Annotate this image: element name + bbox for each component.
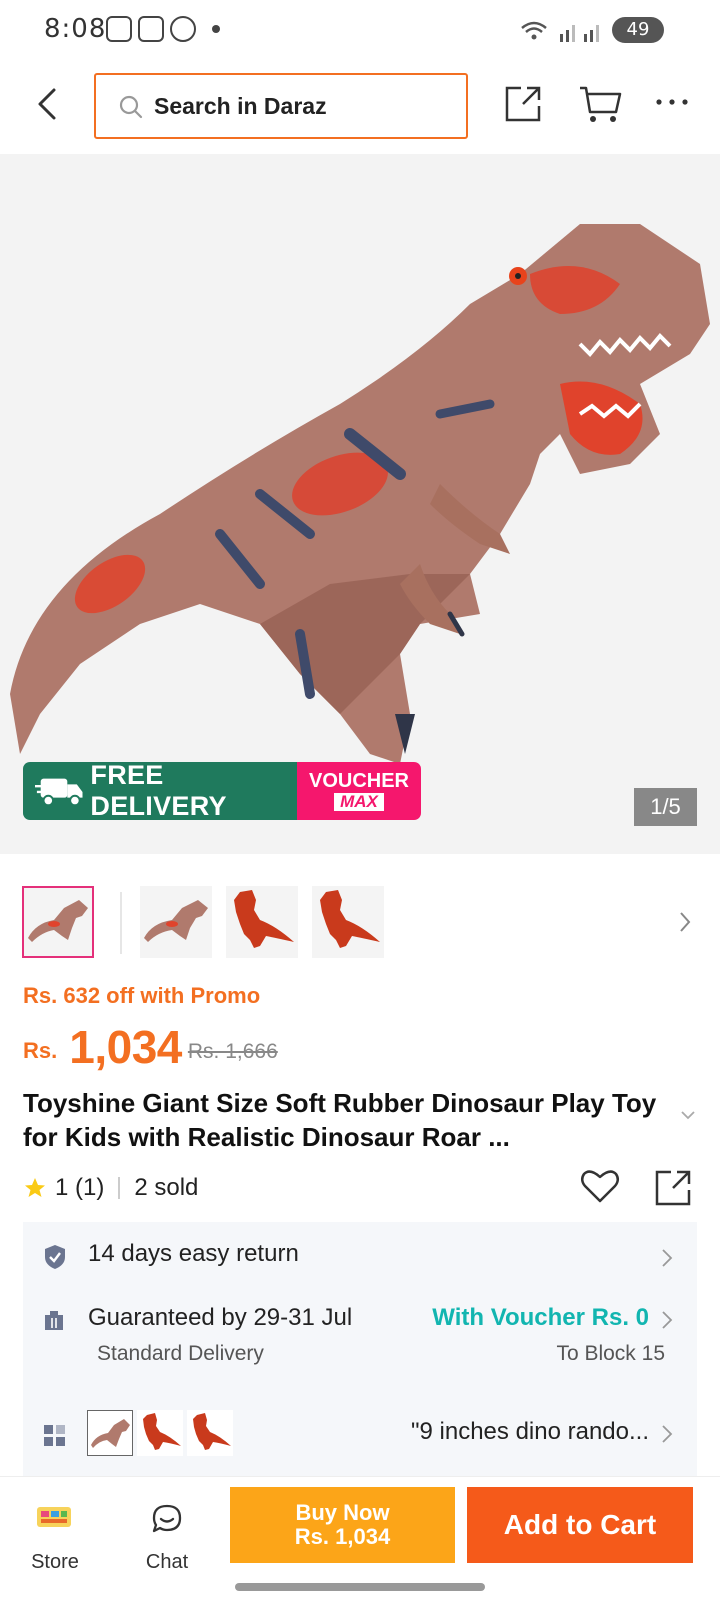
chevron-right-icon	[662, 1425, 673, 1443]
buy-now-button[interactable]: Buy Now Rs. 1,034	[230, 1487, 455, 1563]
price-value: 1,034	[69, 1021, 182, 1073]
delivery-row[interactable]: Guaranteed by 29-31 Jul With Voucher Rs.…	[23, 1286, 697, 1372]
share-product-icon[interactable]	[653, 1168, 693, 1208]
free-delivery-label: FREE DELIVERY	[90, 762, 227, 820]
notification-icons	[106, 16, 220, 42]
red-dinosaur-variant-image	[143, 1413, 181, 1450]
delivery-info-card: 14 days easy return Guaranteed by 29-31 …	[23, 1222, 697, 1476]
battery-indicator: 49	[612, 17, 664, 43]
status-bar: 8:08 49	[0, 0, 720, 62]
selected-variant-text: "9 inches dino rando...	[410, 1418, 649, 1445]
bottom-action-bar: Store Chat Buy Now Rs. 1,034 Add to Cart	[0, 1476, 720, 1600]
search-placeholder: Search in Daraz	[154, 93, 327, 119]
chat-icon	[152, 1504, 182, 1533]
whatsapp-icon	[170, 16, 196, 42]
dinosaur-thumbnail	[28, 900, 88, 942]
variant-thumbnail[interactable]	[187, 1410, 233, 1456]
store-label: Store	[31, 1551, 79, 1573]
home-indicator[interactable]	[235, 1583, 485, 1591]
store-button[interactable]: Store	[23, 1495, 87, 1575]
signal-icons	[521, 21, 599, 42]
variant-thumbnail[interactable]	[137, 1410, 183, 1456]
cart-icon[interactable]	[578, 84, 622, 124]
delivery-box-icon	[45, 1311, 63, 1330]
variant-thumbnail[interactable]	[87, 1410, 133, 1456]
price-currency: Rs.	[23, 1038, 58, 1063]
back-icon[interactable]	[30, 84, 66, 124]
chevron-right-icon[interactable]	[678, 910, 692, 934]
variants-grid-icon	[44, 1425, 65, 1446]
more-options-icon[interactable]	[655, 96, 689, 108]
star-icon	[25, 1178, 45, 1197]
free-delivery-tag: FREE DELIVERY	[23, 762, 297, 820]
shield-check-icon	[45, 1245, 65, 1269]
promo-banner: FREE DELIVERY VOUCHER MAX	[23, 762, 421, 820]
promo-discount-text: Rs. 632 off with Promo	[23, 983, 261, 1008]
product-image-gallery[interactable]: FREE DELIVERY VOUCHER MAX 1/5	[0, 154, 720, 854]
delivery-type-text: Standard Delivery	[97, 1342, 264, 1365]
wishlist-heart-icon[interactable]	[580, 1168, 620, 1204]
original-price: Rs. 1,666	[187, 1040, 278, 1063]
expand-title-icon[interactable]	[680, 1110, 696, 1120]
buy-now-price: Rs. 1,034	[294, 1524, 391, 1549]
dinosaur-toy-image	[10, 224, 710, 764]
rating-divider	[118, 1177, 121, 1199]
chat-button[interactable]: Chat	[135, 1495, 199, 1575]
return-policy-row[interactable]: 14 days easy return	[23, 1222, 697, 1284]
sold-count: 2 sold	[134, 1174, 199, 1201]
delivery-truck-icon	[35, 778, 83, 807]
buy-now-label: Buy Now	[295, 1500, 390, 1525]
rating-row[interactable]: 1 (1) 2 sold	[23, 1168, 198, 1208]
delivery-guarantee-text: Guaranteed by 29-31 Jul	[88, 1304, 353, 1331]
variant-row[interactable]: "9 inches dino rando...	[23, 1410, 697, 1464]
chat-label: Chat	[145, 1551, 189, 1573]
status-time: 8:08	[44, 14, 107, 44]
thumbnail-1[interactable]	[22, 886, 94, 958]
product-title[interactable]: Toyshine Giant Size Soft Rubber Dinosaur…	[23, 1086, 663, 1154]
voucher-shipping-text: With Voucher Rs. 0	[432, 1304, 649, 1331]
delivery-destination: To Block 15	[556, 1342, 665, 1365]
search-input[interactable]: Search in Daraz	[94, 73, 468, 139]
voucher-max-label: MAX	[334, 793, 384, 811]
more-notifications-icon	[212, 25, 220, 33]
thumbnail-2[interactable]	[140, 886, 212, 958]
thumbnail-3[interactable]	[226, 886, 298, 958]
chevron-right-icon	[662, 1311, 673, 1329]
dinosaur-variant-image	[91, 1419, 130, 1448]
voucher-label: VOUCHER	[308, 770, 409, 792]
thumbnail-divider	[120, 892, 122, 954]
add-to-cart-button[interactable]: Add to Cart	[467, 1487, 693, 1563]
dinosaur-thumbnail	[144, 900, 208, 942]
red-dinosaur-variant-image	[193, 1413, 231, 1450]
voucher-max-tag: VOUCHER MAX	[297, 762, 421, 820]
top-bar: Search in Daraz	[0, 62, 720, 154]
image-counter: 1/5	[634, 788, 697, 826]
price-row: Rs. 1,034 Rs. 1,666	[23, 1010, 278, 1074]
store-logo-icon	[37, 1507, 71, 1527]
screenshot-icon	[106, 16, 132, 42]
image-thumbnails	[0, 872, 720, 964]
rating-value: 1 (1)	[55, 1174, 105, 1201]
return-policy-text: 14 days easy return	[88, 1240, 299, 1267]
chevron-right-icon	[662, 1249, 673, 1267]
share-icon[interactable]	[503, 84, 543, 124]
app-notification-icon	[138, 16, 164, 42]
thumbnail-4[interactable]	[312, 886, 384, 958]
red-dinosaur-thumbnail	[320, 890, 380, 948]
search-icon	[119, 95, 143, 119]
red-dinosaur-thumbnail	[234, 890, 294, 948]
